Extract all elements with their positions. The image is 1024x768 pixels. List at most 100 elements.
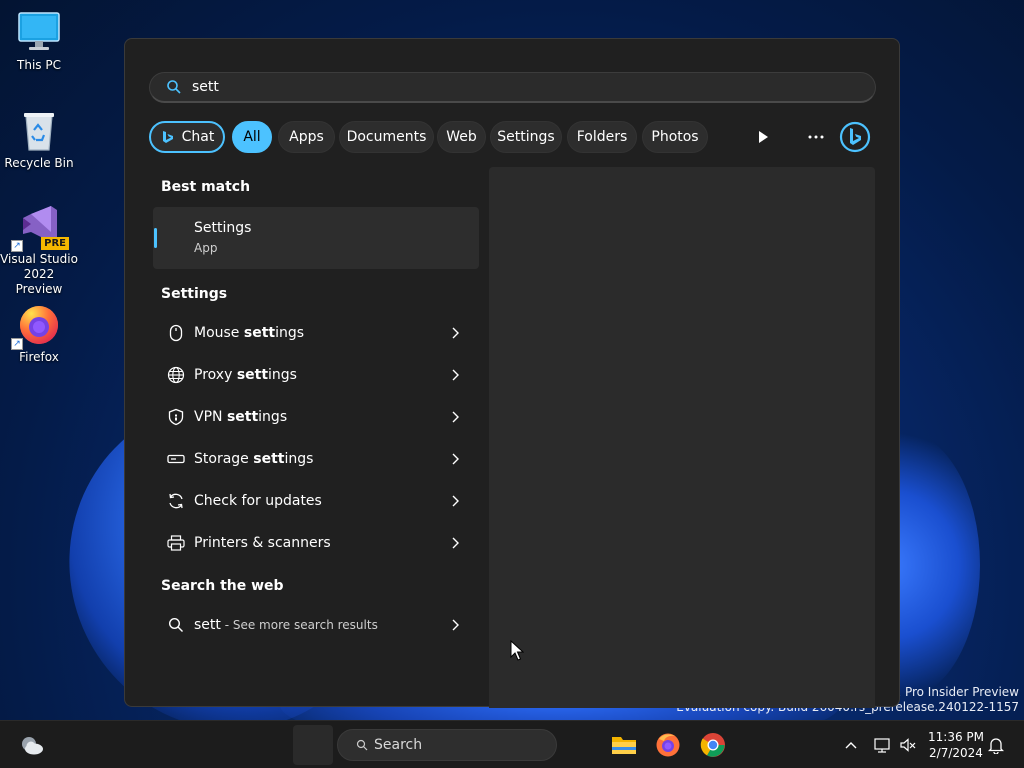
search-web-heading: Search the web bbox=[161, 578, 284, 594]
search-filter-bar: Chat All Apps Documents Web Settings Fol… bbox=[149, 120, 879, 154]
result-label: Mouse settings bbox=[194, 325, 305, 341]
filter-label: Settings bbox=[497, 129, 555, 145]
more-filters-button[interactable] bbox=[747, 121, 779, 153]
network-icon bbox=[873, 737, 891, 753]
taskbar-search-label: Search bbox=[374, 737, 423, 753]
taskbar-search-box[interactable]: Search bbox=[337, 729, 557, 761]
result-label: sett - See more search results bbox=[194, 617, 378, 633]
filter-photos[interactable]: Photos bbox=[642, 121, 708, 153]
firefox-icon bbox=[655, 732, 681, 758]
filter-label: Apps bbox=[289, 129, 324, 145]
volume-muted-icon bbox=[899, 737, 917, 753]
printer-icon bbox=[166, 533, 186, 553]
filter-label: Photos bbox=[651, 129, 699, 145]
taskbar-file-explorer[interactable] bbox=[608, 729, 640, 761]
settings-heading: Settings bbox=[161, 286, 228, 302]
result-label: Check for updates bbox=[194, 493, 322, 509]
taskbar-chrome[interactable] bbox=[697, 729, 729, 761]
desktop-icon-this-pc[interactable]: This PC bbox=[0, 10, 78, 73]
start-search-panel: Chat All Apps Documents Web Settings Fol… bbox=[124, 38, 900, 708]
globe-icon bbox=[166, 365, 186, 385]
firefox-icon: ↗ bbox=[11, 302, 61, 350]
show-hidden-icons-button[interactable] bbox=[835, 729, 867, 761]
play-arrow-icon bbox=[757, 130, 769, 144]
chevron-up-icon bbox=[845, 741, 857, 749]
desktop-icon-label: Firefox bbox=[19, 350, 59, 364]
filter-label: Web bbox=[446, 129, 477, 145]
filter-folders[interactable]: Folders bbox=[567, 121, 637, 153]
best-match-name: Settings bbox=[194, 220, 252, 236]
preview-badge: PRE bbox=[41, 237, 69, 250]
bell-icon bbox=[988, 736, 1004, 754]
chevron-right-icon bbox=[445, 453, 465, 465]
selection-indicator bbox=[154, 228, 157, 248]
filter-all[interactable]: All bbox=[232, 121, 272, 153]
result-check-for-updates[interactable]: Check for updates bbox=[153, 481, 479, 521]
recycle-bin-icon bbox=[17, 108, 61, 152]
shield-icon bbox=[166, 407, 186, 427]
result-proxy-settings[interactable]: Proxy settings bbox=[153, 355, 479, 395]
filter-apps[interactable]: Apps bbox=[278, 121, 335, 153]
shortcut-arrow-icon: ↗ bbox=[11, 338, 23, 350]
visual-studio-icon: PRE ↗ bbox=[11, 204, 69, 252]
notifications-button[interactable] bbox=[980, 729, 1012, 761]
filter-chat[interactable]: Chat bbox=[149, 121, 225, 153]
mouse-icon bbox=[166, 323, 186, 343]
weather-cloud-icon bbox=[19, 734, 45, 756]
result-preview-pane bbox=[489, 167, 875, 708]
desktop-icon-recycle-bin[interactable]: Recycle Bin bbox=[0, 108, 78, 171]
result-label: Printers & scanners bbox=[194, 535, 331, 551]
result-storage-settings[interactable]: Storage settings bbox=[153, 439, 479, 479]
best-match-type: App bbox=[194, 241, 218, 255]
desktop-icon-firefox[interactable]: ↗ Firefox bbox=[0, 302, 78, 365]
search-icon bbox=[356, 739, 368, 751]
best-match-heading: Best match bbox=[161, 179, 251, 195]
more-options-button[interactable] bbox=[800, 121, 832, 153]
search-icon bbox=[166, 615, 186, 635]
weather-widget-button[interactable] bbox=[16, 729, 48, 761]
chevron-right-icon bbox=[445, 619, 465, 631]
chevron-right-icon bbox=[445, 411, 465, 423]
chevron-right-icon bbox=[445, 537, 465, 549]
filter-web[interactable]: Web bbox=[437, 121, 486, 153]
desktop-icon-visual-studio[interactable]: PRE ↗ Visual Studio 2022 Preview bbox=[0, 204, 78, 297]
filter-label: Documents bbox=[346, 129, 427, 145]
desktop-icon-label: This PC bbox=[17, 58, 61, 72]
chevron-right-icon bbox=[445, 327, 465, 339]
taskbar: Search 11:36 PM 2/7/2024 bbox=[0, 720, 1024, 768]
volume-button[interactable] bbox=[892, 729, 924, 761]
folder-icon bbox=[611, 734, 637, 756]
result-label: Storage settings bbox=[194, 451, 314, 467]
search-box[interactable] bbox=[149, 72, 876, 103]
result-label: VPN settings bbox=[194, 409, 288, 425]
search-icon bbox=[166, 79, 182, 95]
taskbar-firefox[interactable] bbox=[652, 729, 684, 761]
chevron-right-icon bbox=[445, 495, 465, 507]
clock-date: 2/7/2024 bbox=[929, 746, 983, 760]
refresh-icon bbox=[166, 491, 186, 511]
ellipsis-icon bbox=[808, 135, 824, 139]
filter-settings[interactable]: Settings bbox=[490, 121, 562, 153]
result-printers-scanners[interactable]: Printers & scanners bbox=[153, 523, 479, 563]
best-match-result[interactable]: Settings App bbox=[153, 207, 479, 269]
result-label: Proxy settings bbox=[194, 367, 297, 383]
chevron-right-icon bbox=[445, 369, 465, 381]
desktop-icon-label: Visual Studio 2022 Preview bbox=[0, 252, 78, 296]
filter-label: Chat bbox=[181, 129, 215, 145]
filter-documents[interactable]: Documents bbox=[339, 121, 434, 153]
mouse-cursor-icon bbox=[510, 639, 525, 662]
filter-label: All bbox=[243, 129, 261, 145]
monitor-icon bbox=[17, 10, 61, 54]
bing-button[interactable] bbox=[838, 120, 872, 154]
result-mouse-settings[interactable]: Mouse settings bbox=[153, 313, 479, 353]
system-clock[interactable]: 11:36 PM 2/7/2024 bbox=[926, 729, 986, 761]
task-view-button[interactable] bbox=[293, 725, 333, 765]
storage-icon bbox=[166, 449, 186, 469]
bing-icon bbox=[839, 121, 871, 153]
filter-label: Folders bbox=[576, 129, 628, 145]
shortcut-arrow-icon: ↗ bbox=[11, 240, 23, 252]
result-vpn-settings[interactable]: VPN settings bbox=[153, 397, 479, 437]
search-input[interactable] bbox=[192, 79, 792, 95]
result-web-search[interactable]: sett - See more search results bbox=[153, 605, 479, 645]
bing-chat-icon bbox=[160, 129, 176, 145]
